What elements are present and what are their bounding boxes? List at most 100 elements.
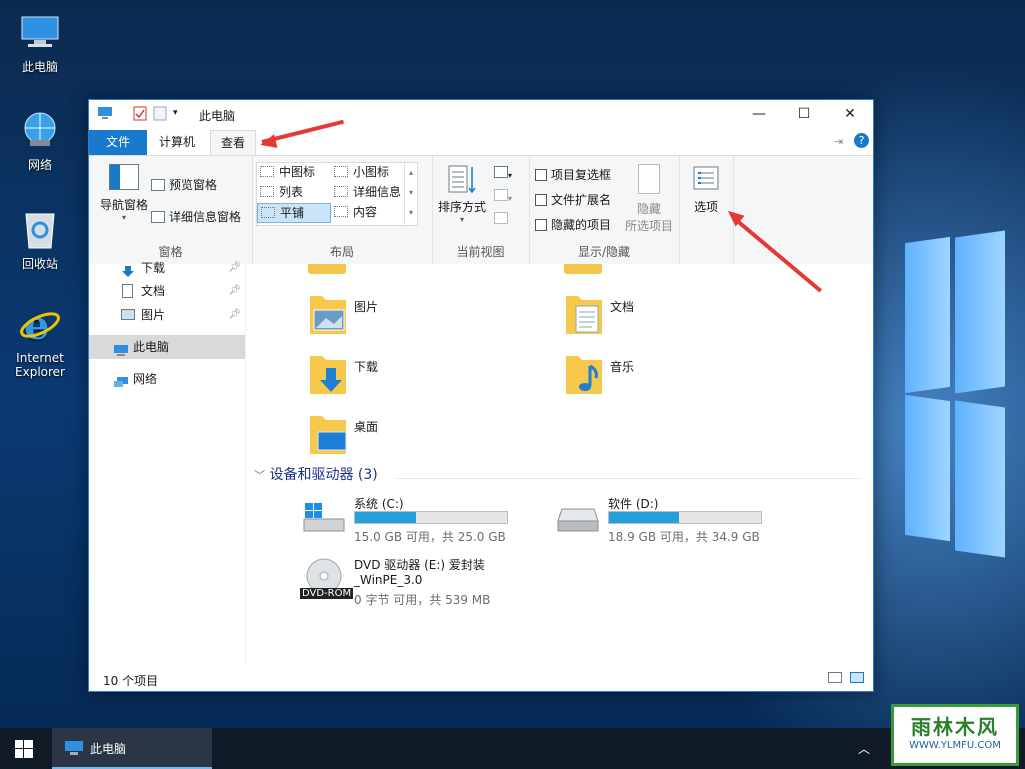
layout-scroll[interactable]: ▴ ▾ ▾ [404, 163, 417, 225]
folder-desktop[interactable]: 桌面 [308, 412, 508, 462]
drive-c[interactable]: 系统 (C:) 15.0 GB 可用，共 25.0 GB [302, 495, 522, 545]
chevron-up-icon[interactable]: ︿ [858, 740, 870, 757]
picture-icon [121, 309, 135, 320]
ribbon-group-layout: 中图标 小图标 列表 详细信息 平铺 内容 ▴ ▾ ▾ 布局 [252, 156, 433, 264]
tab-computer[interactable]: 计算机 [149, 130, 205, 155]
folder-downloads-icon [310, 356, 346, 394]
tab-file[interactable]: 文件 [89, 130, 147, 155]
folder-music[interactable]: 音乐 [564, 352, 764, 402]
sort-icon [447, 164, 477, 194]
qat-dropdown-icon[interactable]: ▾ [173, 108, 187, 123]
ribbon-group-show-hide: 项目复选框 文件扩展名 隐藏的项目 隐藏 所选项目 显示/隐藏 [529, 156, 680, 264]
nav-item-pictures[interactable]: 图片 📌︎ [89, 303, 245, 327]
folder-label: 下载 [354, 360, 379, 374]
nav-item-downloads[interactable]: 下载 📌︎ [89, 256, 245, 280]
layout-gallery: 中图标 小图标 列表 详细信息 平铺 内容 ▴ ▾ ▾ [256, 162, 418, 226]
hide-selected-label: 隐藏 [636, 202, 661, 216]
sort-by-button[interactable]: 排序方式 ▾ [437, 164, 487, 224]
medium-icons-icon [260, 166, 274, 177]
checkbox[interactable] [535, 193, 547, 206]
taskbar-item-explorer[interactable]: 此电脑 [52, 728, 212, 769]
drive-name: DVD 驱动器 (E:) 爱封装 [354, 558, 485, 572]
file-extensions-toggle[interactable]: 文件扩展名 [535, 191, 611, 208]
help-icon[interactable]: ? [854, 133, 869, 148]
pin-icon[interactable]: 📌︎ [228, 303, 241, 327]
maximize-button[interactable]: ☐ [781, 100, 827, 128]
size-columns-icon[interactable] [494, 212, 508, 227]
options-button[interactable]: 选项 [684, 166, 728, 215]
add-columns-icon[interactable]: ▾ [494, 189, 512, 204]
folder-documents[interactable]: 文档 [564, 292, 764, 342]
pin-icon[interactable]: 📌︎ [228, 256, 241, 280]
drive-d[interactable]: 软件 (D:) 18.9 GB 可用，共 34.9 GB [556, 495, 776, 545]
hide-selected-icon [638, 164, 660, 194]
system-drive-icon [303, 503, 345, 532]
computer-icon [64, 740, 84, 759]
preview-pane-label: 预览窗格 [169, 178, 218, 192]
folder-icon-partial [564, 264, 602, 274]
dvd-rom-badge: DVD-ROM [300, 588, 354, 599]
hidden-items-toggle[interactable]: 隐藏的项目 [535, 216, 611, 233]
folder-downloads[interactable]: 下载 [308, 352, 508, 402]
options-label: 选项 [693, 200, 718, 214]
group-label-current-view: 当前视图 [456, 245, 505, 259]
taskbar-item-label: 此电脑 [90, 742, 127, 756]
checkbox-label: 文件扩展名 [551, 193, 612, 207]
desktop-icon-network[interactable]: 网络 [5, 108, 75, 173]
nav-pane-button[interactable]: 导航窗格 ▾ [95, 164, 153, 222]
checkbox[interactable] [535, 218, 547, 231]
new-folder-icon[interactable] [153, 106, 167, 121]
desktop-icon-label: 回收站 [21, 257, 58, 271]
drive-name: 系统 (C:) [354, 497, 404, 511]
desktop-icon-ie[interactable]: e Internet Explorer [5, 303, 75, 379]
hide-selected-button[interactable]: 隐藏 所选项目 [621, 164, 677, 234]
group-by-icon[interactable]: ▾ [494, 166, 512, 181]
ribbon: 导航窗格 ▾ 预览窗格 详细信息窗格 窗格 中图标 小图标 列表 详细信息 平铺… [89, 155, 873, 265]
folder-label: 桌面 [354, 420, 379, 434]
preview-pane-button[interactable]: 预览窗格 [151, 176, 217, 193]
nav-item-documents[interactable]: 文档 📌︎ [89, 279, 245, 303]
window-title: 此电脑 [199, 109, 236, 123]
desktop-icon-recycle-bin[interactable]: 回收站 [5, 207, 75, 272]
layout-item-label: 列表 [279, 185, 304, 199]
item-checkboxes-toggle[interactable]: 项目复选框 [535, 166, 611, 183]
ribbon-group-options: 选项 [679, 156, 734, 264]
folder-label: 图片 [354, 300, 379, 314]
ribbon-group-pane: 导航窗格 ▾ 预览窗格 详细信息窗格 窗格 [89, 156, 253, 264]
sort-by-label: 排序方式 [437, 200, 486, 214]
details-pane-button[interactable]: 详细信息窗格 [151, 208, 241, 225]
large-icons-view-icon[interactable] [850, 672, 864, 683]
file-explorer-window: ▾ 此电脑 — ☐ ✕ 文件 计算机 查看 ⇥ ? 导航窗格 ▾ 预览窗格 详细… [88, 99, 874, 692]
pin-ribbon-icon[interactable]: ⇥ [834, 135, 843, 148]
content-icon [334, 206, 348, 217]
devices-section-header[interactable]: ﹀ 设备和驱动器 (3) [254, 464, 378, 484]
close-button[interactable]: ✕ [827, 100, 873, 128]
layout-item-label: 平铺 [280, 206, 305, 220]
content-area: 图片 文档 下载 音乐 桌面 ﹀ 设备和驱动器 (3) 系统 (C:) 15.0… [246, 264, 873, 664]
chevron-down-icon: ▾ [459, 215, 464, 224]
pin-icon[interactable]: 📌︎ [228, 279, 241, 303]
nav-item-network[interactable]: 网络 [89, 367, 245, 391]
desktop-icon-this-pc[interactable]: 此电脑 [5, 10, 75, 75]
layout-item-label: 小图标 [353, 165, 390, 179]
nav-item-this-pc[interactable]: 此电脑 [89, 335, 245, 359]
details-view-icon[interactable] [828, 672, 842, 683]
drive-usage-fill [609, 512, 679, 523]
ribbon-tabs: 文件 计算机 查看 ⇥ ? [89, 128, 873, 156]
checkbox[interactable] [535, 168, 547, 181]
computer-icon [18, 10, 62, 54]
folder-pictures[interactable]: 图片 [308, 292, 508, 342]
folder-label: 文档 [610, 300, 635, 314]
properties-icon[interactable] [133, 106, 147, 121]
title-bar[interactable]: ▾ 此电脑 — ☐ ✕ [89, 100, 873, 128]
details-pane-icon [151, 210, 165, 223]
tab-view[interactable]: 查看 [210, 130, 257, 156]
section-title: 设备和驱动器 (3) [269, 467, 378, 483]
folder-music-icon [566, 356, 602, 394]
drive-e-dvd[interactable]: DVD-ROM DVD 驱动器 (E:) 爱封装 _WinPE_3.0 0 字节… [300, 556, 562, 616]
start-button[interactable] [0, 728, 48, 769]
layout-tiles[interactable]: 平铺 [257, 203, 331, 223]
folder-documents-icon [566, 296, 602, 334]
minimize-button[interactable]: — [736, 100, 782, 128]
windows-logo-wallpaper [905, 230, 1005, 560]
